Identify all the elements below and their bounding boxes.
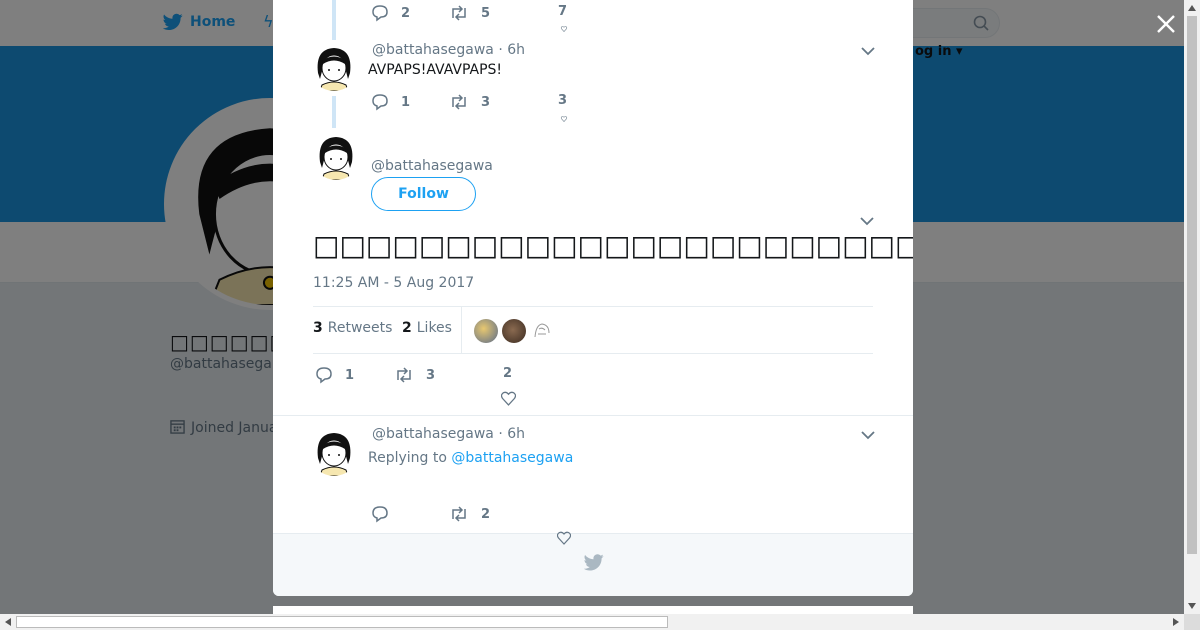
retweets-label: Retweets bbox=[327, 320, 393, 336]
vertical-scroll-thumb[interactable] bbox=[1187, 16, 1197, 554]
retweet-icon[interactable] bbox=[449, 93, 469, 111]
horizontal-scrollbar[interactable] bbox=[0, 614, 1184, 630]
retweet-icon[interactable] bbox=[394, 366, 414, 384]
thread-connector bbox=[332, 96, 336, 128]
retweet-count: 3 bbox=[426, 367, 436, 383]
tweet-permalink-modal: 2 5 7 @battahasegawa · 6h AVPAPS!AVAVPAP… bbox=[273, 0, 913, 596]
twitter-bird-icon bbox=[584, 554, 604, 571]
reply-icon[interactable] bbox=[371, 93, 389, 111]
retweet-count: 5 bbox=[481, 5, 491, 21]
vertical-scrollbar[interactable] bbox=[1184, 0, 1200, 614]
heart-icon[interactable] bbox=[557, 116, 571, 122]
like-count: 7 bbox=[558, 4, 568, 19]
like-action[interactable]: 3 bbox=[558, 93, 567, 108]
scroll-left-arrow-icon[interactable] bbox=[5, 618, 11, 626]
like-action[interactable]: 7 bbox=[558, 4, 567, 19]
reply-count: 1 bbox=[345, 367, 355, 383]
heart-icon[interactable] bbox=[501, 391, 516, 406]
heart-icon[interactable] bbox=[557, 26, 571, 32]
close-icon[interactable] bbox=[1155, 13, 1177, 35]
reply-action[interactable]: 2 bbox=[371, 4, 410, 22]
reply-count: 2 bbox=[401, 5, 411, 21]
scrollbar-corner bbox=[1184, 614, 1200, 630]
divider bbox=[313, 353, 873, 354]
retweet-count: 2 bbox=[481, 506, 491, 522]
retweet-action[interactable]: 3 bbox=[449, 93, 490, 111]
caret-down-icon[interactable] bbox=[861, 430, 875, 440]
replying-prefix: Replying to bbox=[368, 450, 452, 466]
horizontal-scroll-thumb[interactable] bbox=[16, 616, 668, 628]
tweet-text: AVPAPS!AVAVPAPS! bbox=[368, 62, 503, 78]
avatar[interactable] bbox=[312, 132, 360, 180]
like-action[interactable]: 2 bbox=[503, 366, 512, 381]
retweet-icon[interactable] bbox=[449, 4, 469, 22]
likes-stat[interactable]: 2 Likes bbox=[402, 320, 452, 336]
retweet-action[interactable]: 3 bbox=[394, 366, 435, 384]
scroll-right-arrow-icon[interactable] bbox=[1173, 618, 1179, 626]
modal-footer bbox=[273, 533, 913, 596]
modal-next-item bbox=[273, 606, 913, 614]
scroll-down-arrow-icon[interactable] bbox=[1188, 603, 1196, 609]
tweet-handle[interactable]: @battahasegawa · 6h bbox=[372, 426, 525, 442]
divider bbox=[273, 415, 913, 416]
liker-avatar[interactable] bbox=[530, 319, 554, 343]
main-tweet-text: □□□□□□□□□□□□□□□□□□□□□□□□□□□□□□□□□□□□□□□□… bbox=[313, 229, 913, 262]
tweet-author-handle[interactable]: @battahasegawa bbox=[371, 158, 493, 174]
heart-icon[interactable] bbox=[557, 531, 571, 545]
thread-connector bbox=[332, 0, 336, 40]
tweet-handle[interactable]: @battahasegawa · 6h bbox=[372, 42, 525, 58]
scroll-up-arrow-icon[interactable] bbox=[1188, 5, 1196, 11]
retweets-stat[interactable]: 3 Retweets bbox=[313, 320, 392, 336]
tweet-stats: 3 Retweets 2 Likes bbox=[313, 307, 873, 353]
retweets-count: 3 bbox=[313, 320, 323, 336]
replying-to-link[interactable]: @battahasegawa bbox=[451, 450, 573, 466]
reply-action[interactable]: 1 bbox=[315, 366, 354, 384]
caret-down-icon[interactable] bbox=[860, 216, 874, 226]
tweet-timestamp[interactable]: 11:25 AM - 5 Aug 2017 bbox=[313, 275, 474, 291]
reply-count: 1 bbox=[401, 94, 411, 110]
retweet-count: 3 bbox=[481, 94, 491, 110]
reply-icon[interactable] bbox=[371, 505, 389, 523]
reply-icon[interactable] bbox=[315, 366, 333, 384]
liker-avatar[interactable] bbox=[502, 319, 526, 343]
retweet-action[interactable]: 2 bbox=[449, 505, 490, 523]
like-count: 3 bbox=[558, 93, 568, 108]
avatar[interactable] bbox=[310, 43, 358, 91]
reply-action[interactable]: 1 bbox=[371, 93, 410, 111]
replying-to: Replying to @battahasegawa bbox=[368, 450, 573, 466]
caret-down-icon[interactable] bbox=[861, 46, 875, 56]
follow-button[interactable]: Follow bbox=[371, 177, 476, 211]
like-count: 2 bbox=[503, 366, 513, 381]
liker-avatar[interactable] bbox=[474, 319, 498, 343]
reply-action[interactable] bbox=[371, 505, 401, 523]
likes-count: 2 bbox=[402, 320, 412, 336]
retweet-action[interactable]: 5 bbox=[449, 4, 490, 22]
avatar[interactable] bbox=[310, 428, 358, 476]
retweet-icon[interactable] bbox=[449, 505, 469, 523]
likes-label: Likes bbox=[416, 320, 452, 336]
reply-icon[interactable] bbox=[371, 4, 389, 22]
stats-separator bbox=[461, 307, 462, 353]
